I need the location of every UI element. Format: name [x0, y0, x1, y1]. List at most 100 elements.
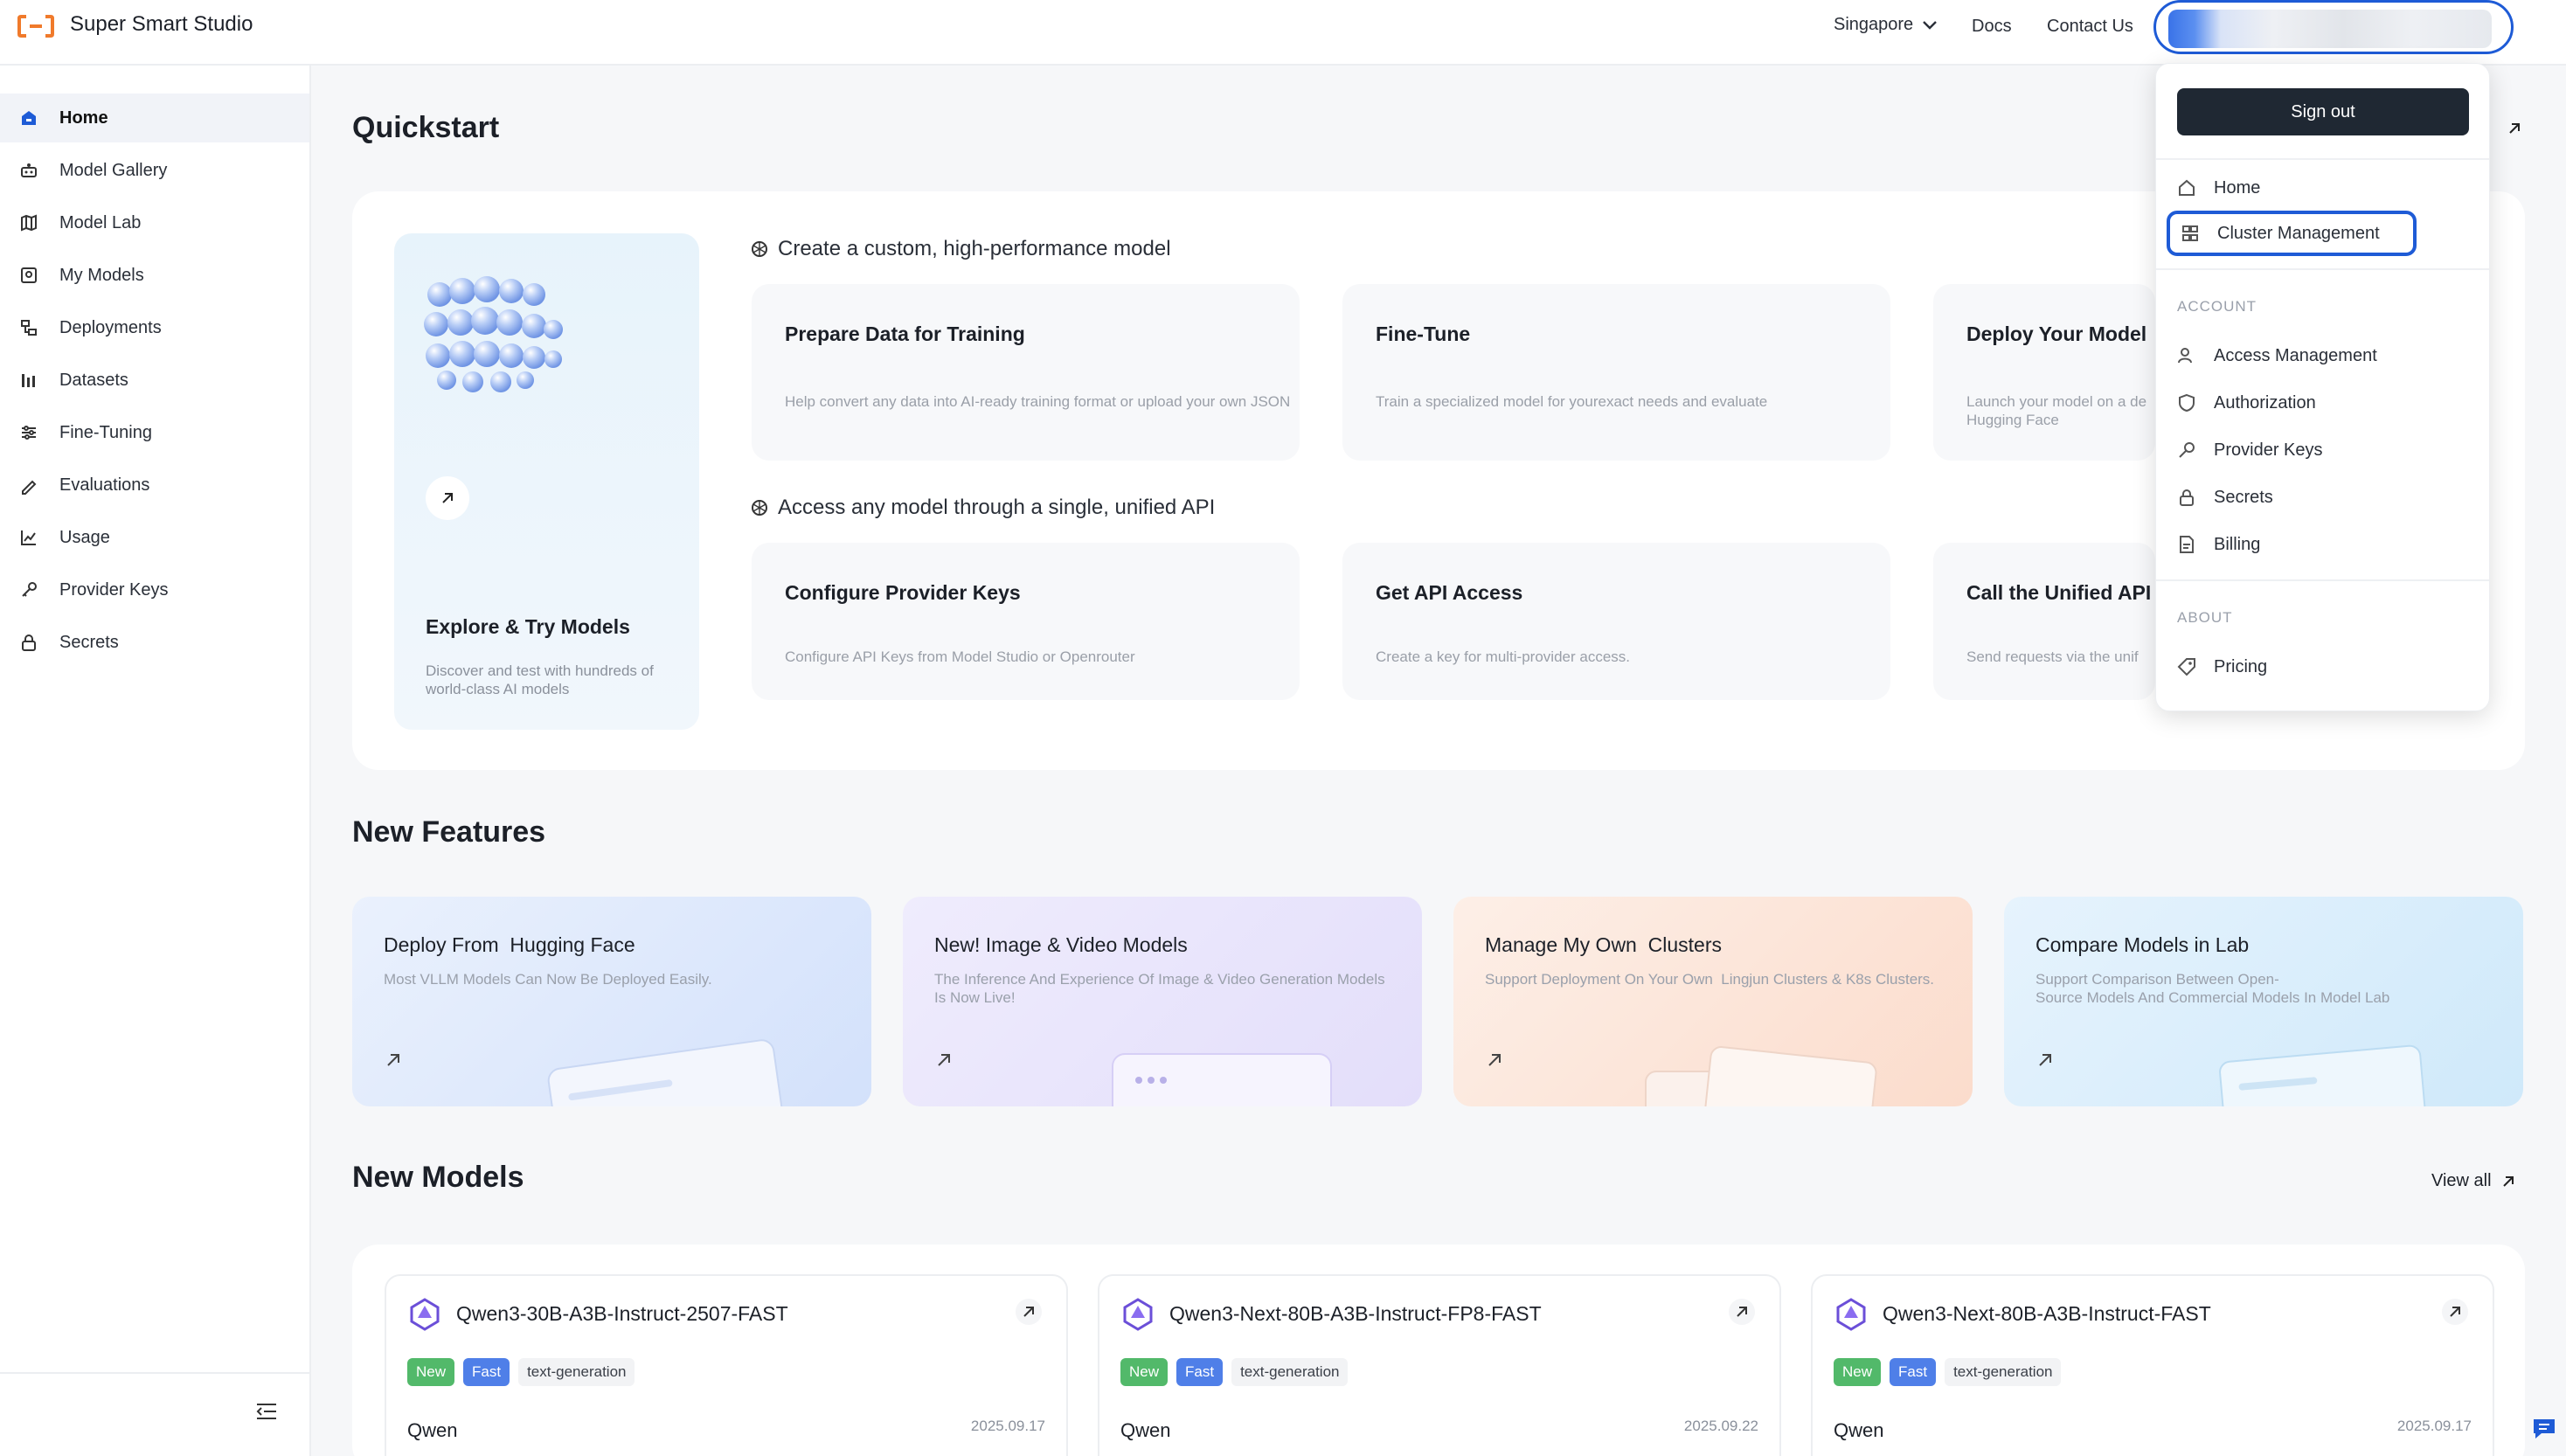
deployments-icon — [21, 320, 37, 336]
feature-card-clusters[interactable]: Manage My Own Clusters Support Deploymen… — [1453, 897, 1973, 1106]
feature-description: Support Deployment On Your Own Lingjun C… — [1485, 971, 1935, 988]
sidebar-item-label: Model Gallery — [59, 160, 168, 180]
sidebar-item-fine-tuning[interactable]: Fine-Tuning — [0, 408, 309, 457]
window-illustration-icon — [1112, 1053, 1332, 1106]
tag-new: New — [1834, 1358, 1882, 1386]
chat-support-icon[interactable] — [2531, 1416, 2557, 1442]
feature-card-compare-models[interactable]: Compare Models in Lab Support Comparison… — [2004, 897, 2523, 1106]
arrow-up-right-icon[interactable] — [2507, 121, 2522, 136]
view-all-link[interactable]: View all — [2431, 1171, 2516, 1191]
openai-icon — [752, 241, 767, 257]
region-selector[interactable]: Singapore — [1834, 15, 1938, 35]
tag-new: New — [1120, 1358, 1169, 1386]
explore-models-card[interactable]: Explore & Try Models Discover and test w… — [394, 233, 699, 730]
sidebar-item-my-models[interactable]: My Models — [0, 251, 309, 300]
menu-item-home[interactable]: Home — [2177, 170, 2260, 205]
menu-item-authorization[interactable]: Authorization — [2177, 385, 2316, 420]
sign-out-button[interactable]: Sign out — [2177, 88, 2469, 135]
menu-item-billing[interactable]: Billing — [2177, 527, 2260, 562]
home-icon — [22, 111, 36, 125]
sidebar-item-usage[interactable]: Usage — [0, 513, 309, 562]
sidebar-item-secrets[interactable]: Secrets — [0, 618, 309, 667]
sidebar-item-label: Datasets — [59, 370, 128, 390]
collapse-sidebar-icon[interactable] — [255, 1401, 278, 1422]
model-card[interactable]: Qwen3-Next-80B-A3B-Instruct-FAST New Fas… — [1811, 1274, 2494, 1456]
model-card[interactable]: Qwen3-Next-80B-A3B-Instruct-FP8-FAST New… — [1098, 1274, 1781, 1456]
top-bar: Super Smart Studio Singapore Docs Contac… — [0, 0, 2566, 66]
shield-icon — [2179, 393, 2195, 413]
sidebar: Home Model Gallery Model Lab My Models D… — [0, 66, 311, 1456]
group-heading-unified-api: Access any model through a single, unifi… — [750, 496, 1215, 520]
sidebar-item-deployments[interactable]: Deployments — [0, 303, 309, 352]
group-heading-label: Create a custom, high-performance model — [778, 237, 1171, 260]
menu-item-cluster-management[interactable]: Cluster Management — [2167, 211, 2417, 256]
open-model-button[interactable] — [2442, 1299, 2468, 1325]
sidebar-item-datasets[interactable]: Datasets — [0, 356, 309, 405]
model-card[interactable]: Qwen3-30B-A3B-Instruct-2507-FAST New Fas… — [385, 1274, 1068, 1456]
feature-card-image-video[interactable]: New! Image & Video Models The Inference … — [903, 897, 1422, 1106]
sidebar-item-model-lab[interactable]: Model Lab — [0, 198, 309, 247]
chevron-down-icon — [1923, 20, 1938, 30]
tag-fast: Fast — [1176, 1358, 1224, 1386]
explore-title: Explore & Try Models — [426, 615, 630, 638]
model-gallery-icon — [21, 163, 37, 177]
card-title: Get API Access — [1376, 581, 1523, 604]
menu-item-secrets[interactable]: Secrets — [2177, 480, 2273, 515]
card-description: Configure API Keys from Model Studio or … — [785, 648, 1135, 665]
tag-list: New Fast text-generation — [1834, 1358, 2062, 1386]
explore-arrow-button[interactable] — [426, 476, 469, 520]
app-title[interactable]: Super Smart Studio — [70, 12, 253, 37]
prepare-data-card[interactable]: Prepare Data for Training Help convert a… — [752, 284, 1300, 461]
open-model-button[interactable] — [1016, 1299, 1042, 1325]
qwen-logo-icon — [1123, 1298, 1153, 1331]
arrow-up-right-icon — [442, 493, 453, 503]
sidebar-item-label: Fine-Tuning — [59, 422, 152, 442]
arrow-up-right-icon — [1488, 1054, 1501, 1066]
menu-item-access-management[interactable]: Access Management — [2177, 338, 2377, 373]
sidebar-item-model-gallery[interactable]: Model Gallery — [0, 146, 309, 195]
sidebar-item-label: Provider Keys — [59, 579, 169, 600]
window-illustration-icon — [547, 1039, 787, 1106]
brand-logo-icon[interactable] — [17, 14, 54, 38]
card-description: Help convert any data into AI-ready trai… — [785, 393, 1291, 410]
menu-item-pricing[interactable]: Pricing — [2177, 649, 2267, 684]
tag-new: New — [407, 1358, 455, 1386]
usage-icon — [21, 530, 36, 545]
view-all-label: View all — [2431, 1171, 2492, 1190]
open-model-button[interactable] — [1729, 1299, 1755, 1325]
configure-provider-keys-card[interactable]: Configure Provider Keys Configure API Ke… — [752, 543, 1300, 700]
lock-icon — [2180, 489, 2194, 506]
sidebar-item-label: Evaluations — [59, 475, 150, 495]
feature-card-hugging-face[interactable]: Deploy From Hugging Face Most VLLM Model… — [352, 897, 871, 1106]
user-account-button[interactable] — [2153, 0, 2514, 54]
sidebar-item-provider-keys[interactable]: Provider Keys — [0, 565, 309, 614]
new-models-title: New Models — [352, 1161, 524, 1194]
section-heading-account: ACCOUNT — [2177, 298, 2257, 315]
sidebar-item-evaluations[interactable]: Evaluations — [0, 461, 309, 510]
tag-list: New Fast text-generation — [407, 1358, 635, 1386]
divider — [2156, 158, 2489, 160]
deploy-model-card[interactable]: Deploy Your Model Launch your model on a… — [1933, 284, 2155, 461]
arrow-up-right-icon — [1737, 1307, 1747, 1317]
arrow-up-right-icon — [387, 1054, 399, 1066]
contact-us-link[interactable]: Contact Us — [2047, 17, 2133, 37]
sidebar-item-label: Deployments — [59, 317, 162, 337]
model-date: 2025.09.17 — [2396, 1418, 2472, 1434]
feature-description: Support Comparison Between Open- Source … — [2035, 971, 2390, 1006]
qwen-logo-icon — [410, 1298, 440, 1331]
get-api-access-card[interactable]: Get API Access Create a key for multi-pr… — [1342, 543, 1890, 700]
divider — [2156, 579, 2489, 581]
user-dropdown-menu: Sign out Home Cluster Management ACCOUNT… — [2155, 63, 2490, 711]
tag-fast: Fast — [463, 1358, 510, 1386]
call-unified-api-card[interactable]: Call the Unified API Send requests via t… — [1933, 543, 2155, 700]
model-date: 2025.09.22 — [1683, 1418, 1758, 1434]
fine-tune-card[interactable]: Fine-Tune Train a specialized model for … — [1342, 284, 1890, 461]
sidebar-item-home[interactable]: Home — [0, 94, 309, 142]
feature-description: Most VLLM Models Can Now Be Deployed Eas… — [384, 971, 712, 988]
window-illustration-icon — [2219, 1044, 2428, 1106]
menu-item-provider-keys[interactable]: Provider Keys — [2177, 433, 2323, 468]
openai-icon — [752, 500, 767, 516]
docs-link[interactable]: Docs — [1972, 17, 2012, 37]
sidebar-item-label: Usage — [59, 527, 110, 547]
arrow-up-right-icon — [1023, 1307, 1034, 1317]
